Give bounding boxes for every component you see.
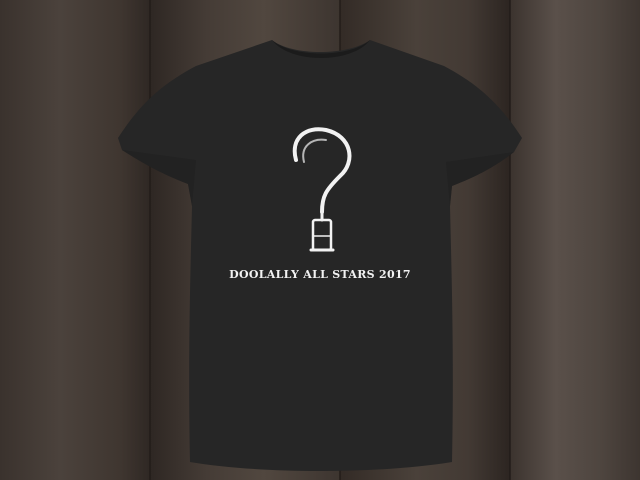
shirt-print-text: DOOLALLY ALL STARS 2017 [229,268,411,281]
tshirt-body [118,40,522,471]
product-photo: DOOLALLY ALL STARS 2017 [0,0,640,480]
tshirt [118,0,522,480]
